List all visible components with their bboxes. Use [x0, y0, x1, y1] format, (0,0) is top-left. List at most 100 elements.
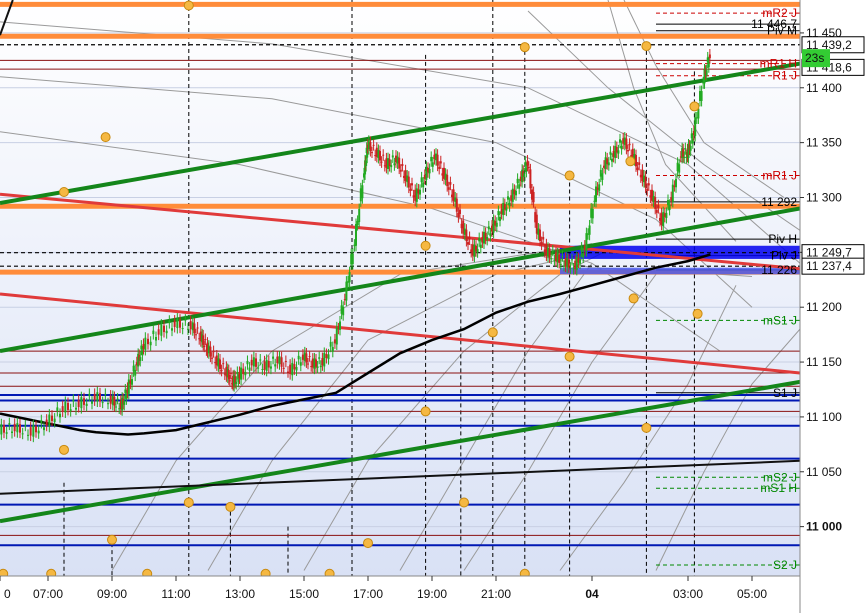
price-candle — [667, 200, 669, 206]
price-candle — [282, 367, 285, 369]
price-candle — [532, 192, 535, 203]
price-candle — [27, 434, 29, 436]
price-candle — [455, 198, 458, 212]
price-candle — [497, 211, 500, 216]
price-candle — [284, 360, 287, 362]
price-candle — [21, 433, 24, 435]
price-candle — [585, 233, 588, 252]
price-candle — [551, 250, 554, 252]
price-candle — [209, 346, 212, 357]
price-candle — [301, 354, 304, 360]
price-candle — [196, 327, 199, 329]
price-candle — [29, 427, 32, 436]
price-candle — [419, 189, 421, 195]
price-candle — [59, 413, 61, 418]
price-candle — [53, 418, 56, 423]
price-candle — [398, 157, 401, 169]
price-candle — [708, 54, 711, 59]
pivot-marker-dot — [59, 444, 69, 455]
price-candle — [69, 409, 72, 412]
price-candle — [181, 328, 184, 330]
price-candle — [16, 423, 19, 433]
price-candle — [83, 398, 85, 405]
price-candle — [269, 366, 272, 369]
price-candle — [252, 357, 255, 367]
price-candle — [93, 393, 96, 401]
price-candle — [542, 236, 545, 240]
level-label: mS1 J — [763, 313, 797, 327]
price-candle — [96, 392, 99, 402]
price-candle — [487, 226, 490, 230]
price-candle — [580, 247, 583, 252]
price-candle — [40, 420, 43, 423]
price-candle — [327, 354, 330, 360]
price-candle — [671, 184, 674, 202]
price-candle — [523, 173, 526, 178]
price-candle — [228, 380, 231, 382]
pivot-marker-dot — [420, 240, 431, 251]
price-candle — [157, 329, 160, 335]
price-candle — [628, 143, 631, 146]
x-tick-label: 17:00 — [353, 587, 383, 601]
price-candle — [619, 139, 621, 143]
price-candle — [529, 169, 532, 189]
chart-canvas: mR2 J11 446,7Piv MmR1 HR1 JmR1 J11 292Pi… — [0, 0, 868, 613]
price-candle — [527, 166, 530, 169]
price-candle — [291, 362, 294, 376]
price-candle — [48, 414, 51, 427]
price-candle — [351, 253, 354, 265]
timer-badge-label: 23s — [805, 51, 824, 65]
price-candle — [694, 117, 697, 137]
price-candle — [379, 151, 381, 161]
price-candle — [655, 209, 658, 213]
price-candle — [486, 236, 489, 240]
price-candle — [160, 324, 163, 336]
price-candle — [601, 173, 604, 180]
price-candle — [540, 242, 543, 245]
price-candle — [152, 330, 155, 335]
price-candle — [211, 357, 213, 359]
y-tick-label: 11 400 — [806, 81, 842, 95]
pivot-marker-dot — [107, 534, 117, 545]
price-candle — [323, 352, 326, 367]
price-chart[interactable]: mR2 J 11 446,7 Piv MmR1 H R1 JmR1 J 11 292 Pi… — [0, 0, 868, 613]
pivot-marker-dot — [628, 293, 639, 304]
price-candle — [299, 362, 302, 366]
level-label: R1 J — [772, 69, 797, 83]
price-candle — [355, 224, 357, 246]
price-candle — [5, 432, 8, 434]
price-candle — [276, 356, 279, 364]
price-candle — [420, 177, 423, 183]
price-candle — [155, 337, 157, 341]
price-box-label: 11 249,7 — [806, 246, 852, 260]
price-candle — [267, 360, 270, 368]
price-candle — [244, 371, 247, 376]
pivot-marker-dot — [225, 501, 236, 512]
pivot-marker-dot — [564, 170, 575, 181]
price-candle — [101, 402, 104, 404]
price-candle — [171, 328, 173, 331]
price-candle — [550, 258, 553, 260]
price-box-label: 11 237,4 — [806, 259, 852, 273]
price-candle — [229, 373, 232, 375]
level-label: mS1 H — [760, 481, 797, 495]
pivot-marker-dot — [641, 41, 652, 52]
price-candle — [678, 164, 681, 173]
price-candle — [8, 423, 11, 425]
price-candle — [176, 318, 179, 329]
price-candle — [438, 166, 441, 169]
price-candle — [204, 339, 207, 341]
pivot-marker-dot — [519, 42, 530, 53]
price-candle — [51, 415, 53, 421]
pivot-marker-dot — [100, 132, 111, 143]
price-candle — [297, 355, 300, 360]
price-candle — [189, 321, 192, 330]
price-candle — [436, 154, 439, 166]
price-candle — [569, 267, 572, 269]
price-candle — [348, 272, 351, 283]
price-candle — [113, 396, 116, 406]
price-candle — [85, 403, 88, 406]
price-candle — [219, 359, 221, 370]
price-candle — [242, 368, 245, 375]
price-candle — [579, 259, 581, 264]
